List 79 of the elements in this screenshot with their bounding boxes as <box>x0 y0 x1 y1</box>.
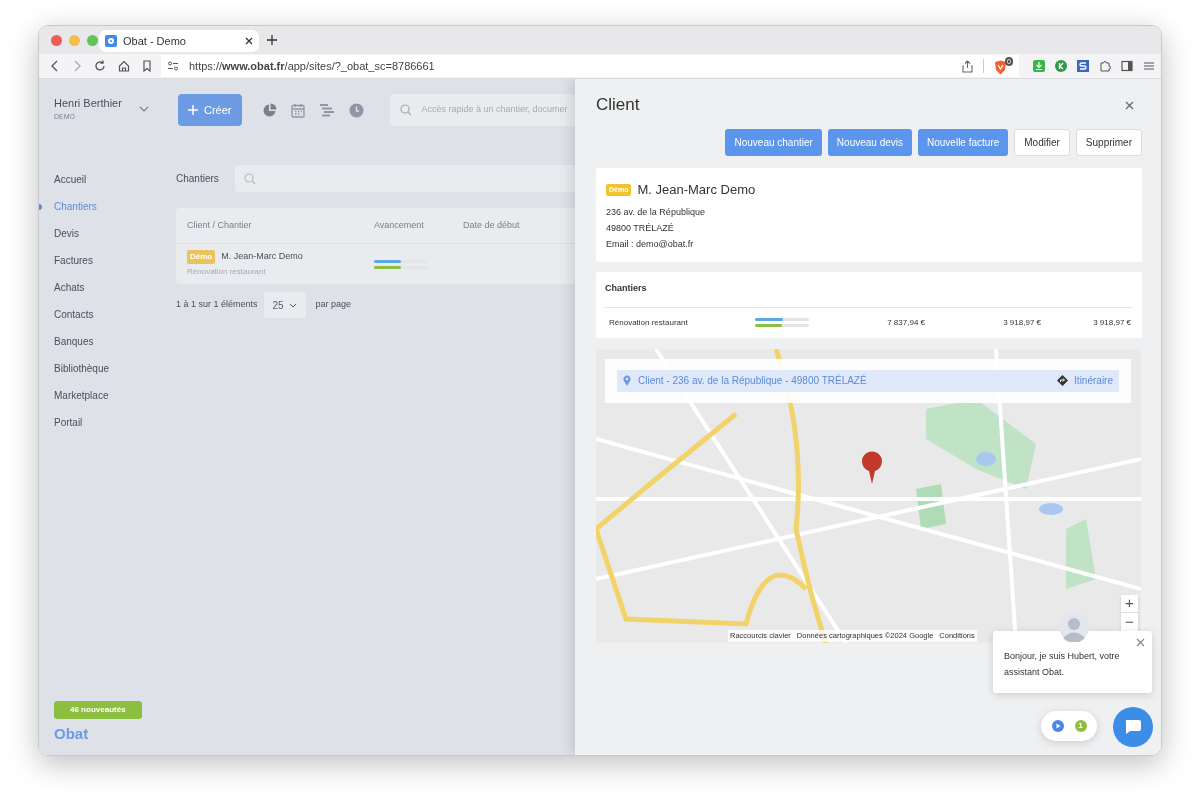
site-settings-icon[interactable] <box>167 60 179 72</box>
chat-message: Bonjour, je suis Hubert, votre assistant Obat. <box>1004 650 1121 679</box>
chat-button[interactable] <box>1113 707 1153 747</box>
sidebar-icon[interactable] <box>1121 60 1133 72</box>
sidebar-item[interactable]: Accueil <box>54 172 87 187</box>
count-badge: 1 <box>1074 720 1087 732</box>
client-name: M. Jean-Marc Demo <box>637 181 756 199</box>
client-name[interactable]: M. Jean-Marc Demo <box>221 250 303 264</box>
home-icon[interactable] <box>118 60 130 72</box>
demo-badge: Démo <box>187 250 216 264</box>
puzzle-icon[interactable] <box>1099 60 1111 72</box>
address-line: 236 av. de la République <box>606 205 706 219</box>
progress-bar <box>755 318 809 321</box>
reload-icon[interactable] <box>94 60 106 72</box>
directions-icon <box>1057 375 1069 386</box>
card-title: Chantiers <box>605 271 1133 308</box>
menu-icon[interactable] <box>1143 60 1155 72</box>
k-icon[interactable] <box>1055 60 1067 72</box>
obat-logo: Obat <box>54 725 89 743</box>
progress-bar <box>755 324 809 327</box>
address-line: Email : demo@obat.fr <box>606 237 695 251</box>
map-address: Client - 236 av. de la République - 49800 TRÉLAZÉ <box>638 373 868 388</box>
action-button[interactable]: Modifier <box>1014 129 1070 156</box>
new-tab-icon[interactable] <box>267 35 277 45</box>
site-name: Rénovation restaurant <box>187 266 267 278</box>
chevron-down-icon <box>288 302 297 308</box>
share-icon[interactable] <box>962 59 973 73</box>
zoom-out-button[interactable]: − <box>1121 612 1138 631</box>
browser-tab[interactable]: Obat - Demo <box>99 30 259 52</box>
panel-title: Client <box>596 94 640 117</box>
close-icon[interactable] <box>245 37 253 45</box>
progress-bar <box>374 265 427 269</box>
favicon-icon <box>105 35 117 47</box>
sidebar-item[interactable]: Portail <box>54 415 83 430</box>
bookmark-icon[interactable] <box>142 60 152 72</box>
url-text: https://www.obat.fr/app/sites/?_obat_sc=8786661 <box>189 58 436 74</box>
sidebar-item[interactable]: Factures <box>54 253 93 268</box>
sidebar-item[interactable]: Achats <box>54 280 85 295</box>
pie-chart-icon[interactable] <box>261 102 277 118</box>
amount: 3 918,97 € <box>1092 316 1131 329</box>
gantt-icon[interactable] <box>318 103 335 117</box>
column-header: Client / Chantier <box>187 218 253 232</box>
back-icon[interactable] <box>50 60 60 72</box>
play-icon <box>1051 720 1064 732</box>
amount: 7 837,94 € <box>886 316 925 329</box>
location-pin-icon <box>623 375 631 386</box>
pagination-label: par page <box>315 298 352 312</box>
sidebar-item[interactable]: Marketplace <box>54 388 109 403</box>
calendar-icon[interactable] <box>290 102 305 118</box>
search-field[interactable] <box>234 165 575 192</box>
site-name[interactable]: Rénovation restaurant <box>609 316 755 329</box>
amount: 3 918,97 € <box>1002 316 1041 329</box>
chat-icon <box>1124 719 1142 735</box>
download-icon[interactable] <box>1033 60 1045 72</box>
section-title: Chantiers <box>176 172 219 186</box>
clock-icon[interactable] <box>348 102 364 118</box>
sidebar-item[interactable]: Devis <box>54 226 79 241</box>
action-button[interactable]: Supprimer <box>1075 129 1142 156</box>
plus-icon <box>188 105 198 115</box>
pagination-summary: 1 à 1 sur 1 éléments <box>176 298 258 312</box>
address-line: 49800 TRÉLAZÉ <box>606 221 675 235</box>
tab-title: Obat - Demo <box>123 33 187 49</box>
search-icon <box>243 172 256 185</box>
progress-bar <box>374 259 427 263</box>
search-icon <box>399 104 412 116</box>
sidebar-item[interactable]: Banques <box>54 334 94 349</box>
chevron-down-icon[interactable] <box>139 105 149 112</box>
avatar <box>1059 612 1089 642</box>
close-window-button[interactable] <box>51 34 62 46</box>
forward-icon[interactable] <box>72 60 82 72</box>
s-icon[interactable] <box>1077 60 1089 72</box>
column-header: Avancement <box>374 218 425 232</box>
user-name[interactable]: Henri Berthier <box>54 95 139 112</box>
sidebar-item[interactable]: Bibliothèque <box>54 361 110 376</box>
zoom-in-button[interactable]: + <box>1121 594 1138 613</box>
maximize-window-button[interactable] <box>87 34 98 46</box>
per-page-select[interactable]: 25 <box>263 292 306 318</box>
column-header: Date de début <box>463 218 521 232</box>
sidebar-item[interactable]: Contacts <box>54 307 94 322</box>
